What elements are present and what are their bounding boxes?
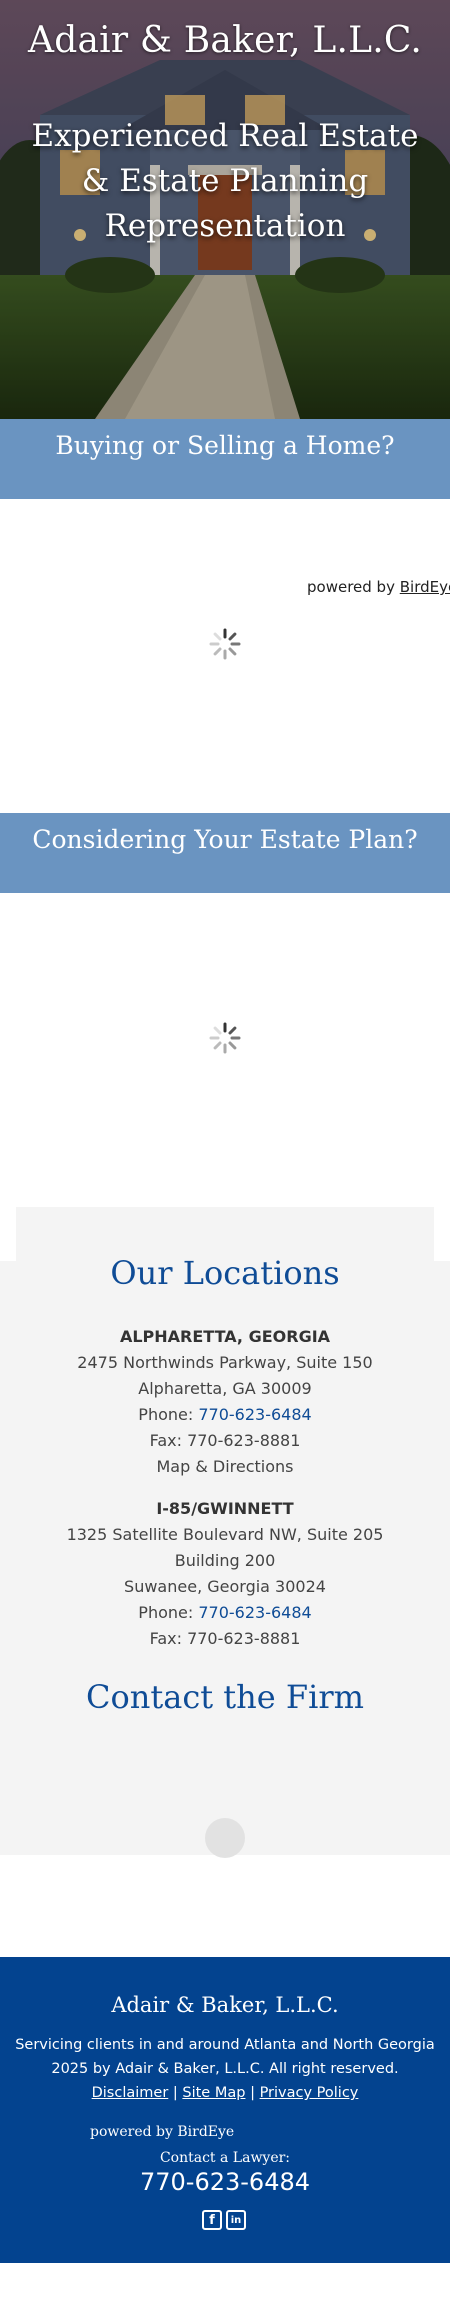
office-fax: Fax: 770-623-8881 [149, 1629, 301, 1648]
contact-lawyer-label: Contact a Lawyer: [159, 2150, 291, 2166]
office-address-line: Building 200 [174, 1551, 276, 1570]
office-name: I-85/GWINNETT [156, 1499, 294, 1518]
office-name: ALPHARETTA, GEORGIA [119, 1327, 331, 1346]
office-address-line: Suwanee, Georgia 30024 [124, 1577, 326, 1596]
privacy-policy-link[interactable]: Privacy Policy [260, 2085, 359, 2101]
phone-label: Phone: [138, 1405, 194, 1424]
footer-links: Disclaimer | Site Map | Privacy Policy [0, 2081, 450, 2105]
footer-phone[interactable]: 770-623-6484 [0, 2168, 450, 2196]
map-directions-link[interactable]: Map & Directions [0, 1454, 450, 1480]
phone-label: Phone: [138, 1603, 194, 1622]
office-address-line: 1325 Satellite Boulevard NW, Suite 205 [66, 1525, 384, 1544]
footer-firm-name: Adair & Baker, L.L.C. [111, 1993, 339, 2017]
powered-by-label: powered by [307, 578, 395, 596]
loading-spinner-icon [209, 1022, 241, 1054]
loading-spinner-icon [209, 628, 241, 660]
reviews-powered-by: powered by BirdEye [307, 578, 450, 596]
office-phone-link[interactable]: 770-623-6484 [198, 1405, 311, 1424]
link-separator: | [250, 2085, 255, 2101]
office-phone: Phone: 770-623-6484 [0, 1402, 450, 1428]
office-phone: Phone: 770-623-6484 [0, 1600, 450, 1626]
birdeye-link[interactable]: BirdEye [400, 578, 450, 596]
link-separator: | [172, 2085, 178, 2101]
panel-notch [434, 1207, 450, 1261]
disclaimer-link[interactable]: Disclaimer [92, 2085, 169, 2101]
office-address-line: Alpharetta, GA 30009 [138, 1379, 312, 1398]
buying-selling-section-header: Buying or Selling a Home? [0, 419, 450, 499]
hero-tagline: Experienced Real Estate & Estate Plannin… [31, 118, 419, 244]
footer-powered-by[interactable]: powered by BirdEye [90, 2124, 234, 2140]
contact-title: Contact the Firm [86, 1678, 364, 1716]
office-phone-link[interactable]: 770-623-6484 [198, 1603, 311, 1622]
hero-firm-name: Adair & Baker, L.L.C. [28, 20, 422, 61]
office-fax: Fax: 770-623-8881 [149, 1431, 301, 1450]
hero-banner: Adair & Baker, L.L.C. Experienced Real E… [0, 0, 450, 419]
section-title: Buying or Selling a Home? [55, 431, 395, 460]
loading-indicator [205, 1818, 245, 1858]
site-map-link[interactable]: Site Map [182, 2085, 245, 2101]
locations-title: Our Locations [110, 1254, 340, 1292]
facebook-icon[interactable]: f [202, 2210, 222, 2230]
panel-notch [0, 1207, 16, 1261]
section-title: Considering Your Estate Plan? [32, 825, 418, 854]
footer-copyright: 2025 by Adair & Baker, L.L.C. All right … [51, 2061, 399, 2077]
footer-service-line: Servicing clients in and around Atlanta … [15, 2037, 435, 2053]
office-address-line: 2475 Northwinds Parkway, Suite 150 [77, 1353, 373, 1372]
linkedin-icon[interactable]: in [226, 2210, 246, 2230]
estate-plan-section-header: Considering Your Estate Plan? [0, 813, 450, 893]
